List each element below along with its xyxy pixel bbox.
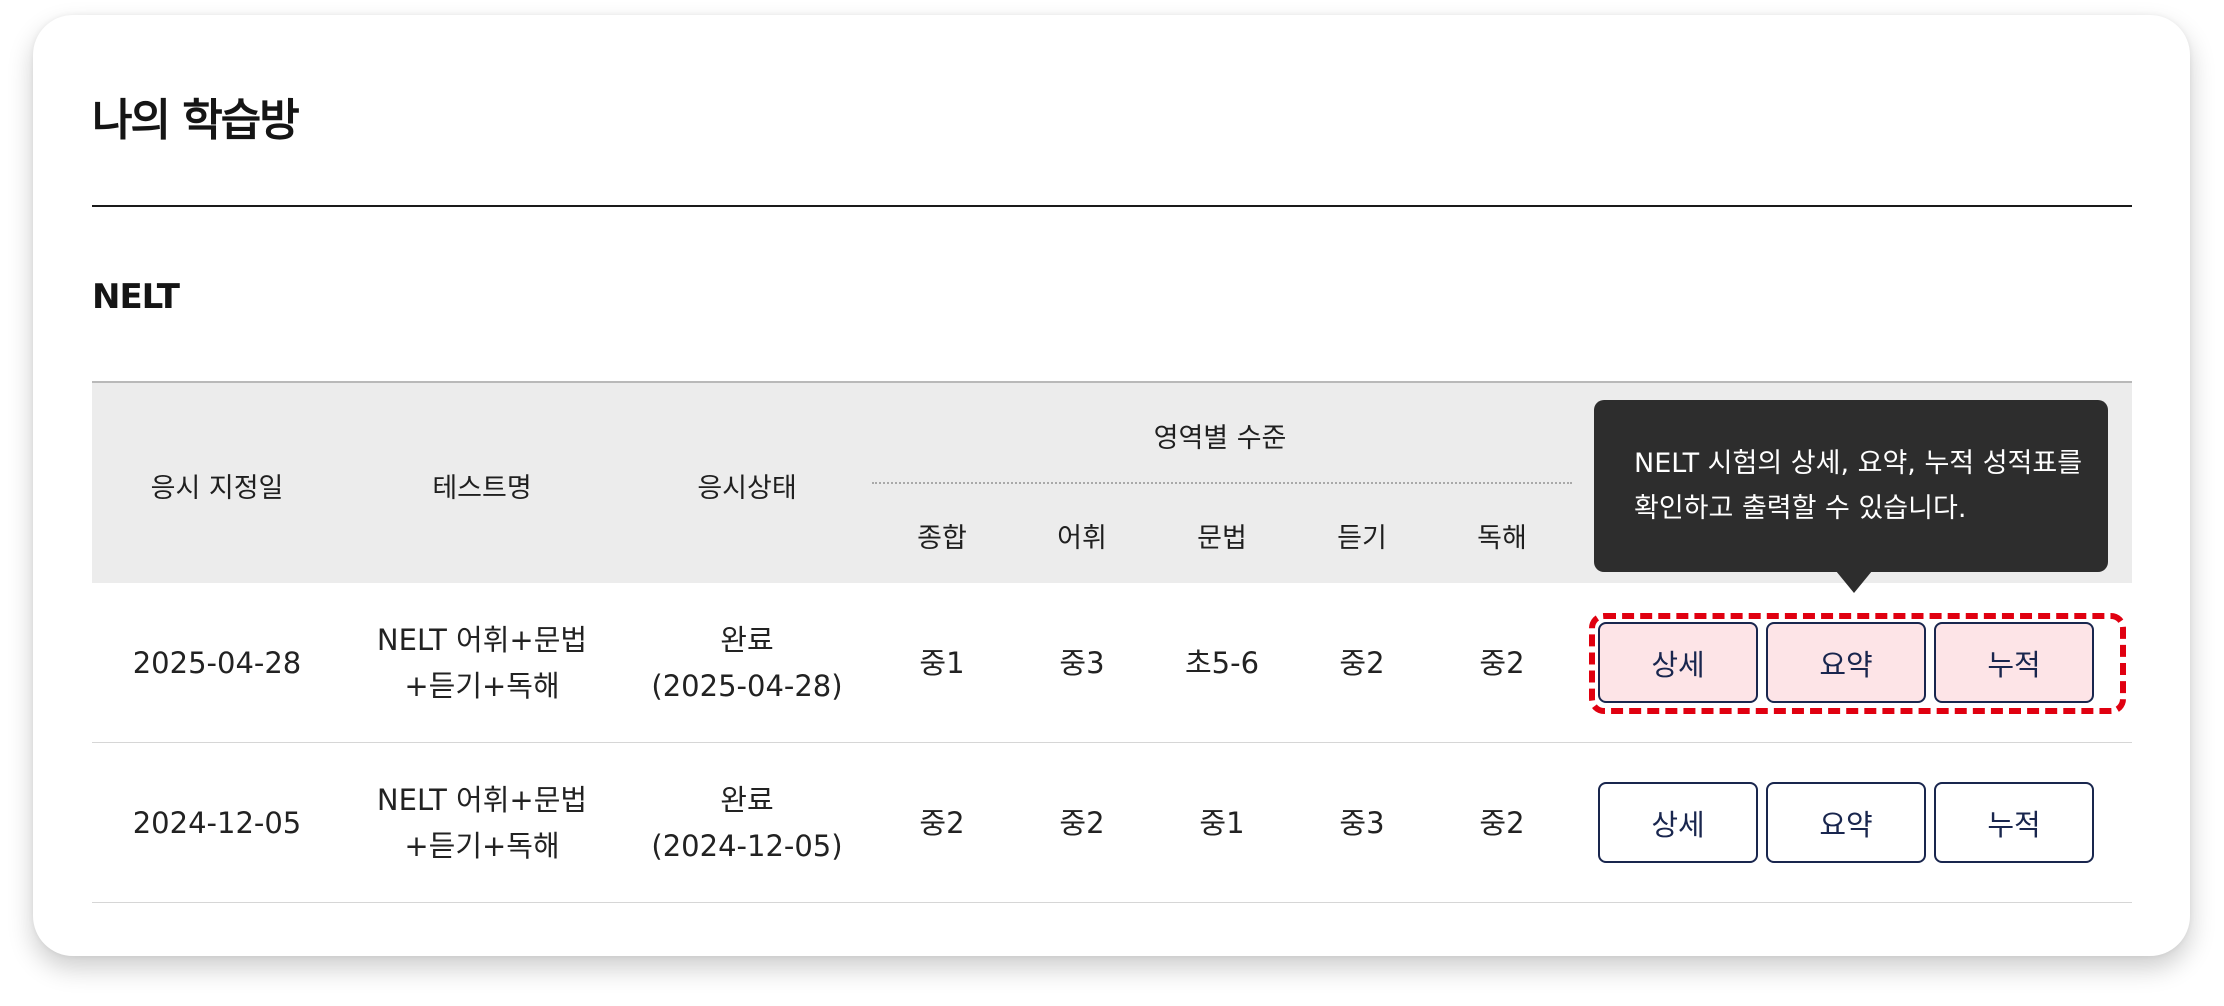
cell-status-line1: 완료 [720,782,774,817]
cell-status-line2: (2024-12-05) [651,828,843,863]
cell-overall: 중1 [919,645,965,680]
header-listening: 듣기 [1337,523,1387,554]
header-vocabulary: 어휘 [1057,523,1107,554]
tooltip-line2: 확인하고 출력할 수 있습니다. [1634,493,1967,524]
cell-status: 완료 (2024-12-05) [651,777,842,869]
cell-reading: 중2 [1479,645,1525,680]
cell-test-name-line2: +듣기+독해 [404,828,560,863]
table-row: 2024-12-05 NELT 어휘+문법 +듣기+독해 완료 (2024-12… [92,743,2132,903]
summary-button[interactable]: 요약 [1766,782,1926,863]
cell-test-name-line1: NELT 어휘+문법 [376,782,588,817]
header-test-name: 테스트명 [432,473,532,504]
header-reading: 독해 [1477,523,1527,554]
cell-date: 2024-12-05 [132,805,302,840]
cell-status: 완료 (2025-04-28) [651,617,842,709]
header-date: 응시 지정일 [150,473,284,504]
header-overall: 종합 [917,523,967,554]
title-divider [92,205,2132,207]
detail-button[interactable]: 상세 [1598,622,1758,703]
header-level-group: 영역별 수준 [1153,423,1287,454]
detail-button[interactable]: 상세 [1598,782,1758,863]
report-buttons-highlighted: 상세 요약 누적 [1589,613,2126,714]
report-tooltip: NELT 시험의 상세, 요약, 누적 성적표를 확인하고 출력할 수 있습니다… [1594,400,2108,572]
cell-reading: 중2 [1479,805,1525,840]
page-title: 나의 학습방 [92,95,300,146]
cell-date: 2025-04-28 [132,645,302,680]
tooltip-arrow [1836,571,1872,593]
cell-status-line1: 완료 [720,622,774,657]
header-status: 응시상태 [697,473,797,504]
header-group-divider [872,482,1572,484]
cell-test-name: NELT 어휘+문법 +듣기+독해 [377,777,587,869]
cell-test-name: NELT 어휘+문법 +듣기+독해 [377,617,587,709]
cell-test-name-line1: NELT 어휘+문법 [376,622,588,657]
section-title: NELT [92,277,180,317]
cumulative-button[interactable]: 누적 [1934,622,2094,703]
cell-grammar: 초5-6 [1184,645,1260,680]
table-row: 2025-04-28 NELT 어휘+문법 +듣기+독해 완료 (2025-04… [92,583,2132,743]
cell-grammar: 중1 [1199,805,1245,840]
summary-button[interactable]: 요약 [1766,622,1926,703]
header-grammar: 문법 [1197,523,1247,554]
cell-vocabulary: 중2 [1059,805,1105,840]
cell-overall: 중2 [919,805,965,840]
cell-listening: 중3 [1339,805,1385,840]
cell-test-name-line2: +듣기+독해 [404,668,560,703]
cell-listening: 중2 [1339,645,1385,680]
cell-status-line2: (2025-04-28) [651,668,843,703]
cell-vocabulary: 중3 [1059,645,1105,680]
tooltip-line1: NELT 시험의 상세, 요약, 누적 성적표를 [1634,448,2083,479]
report-buttons: 상세 요약 누적 [1598,782,2117,865]
cumulative-button[interactable]: 누적 [1934,782,2094,863]
